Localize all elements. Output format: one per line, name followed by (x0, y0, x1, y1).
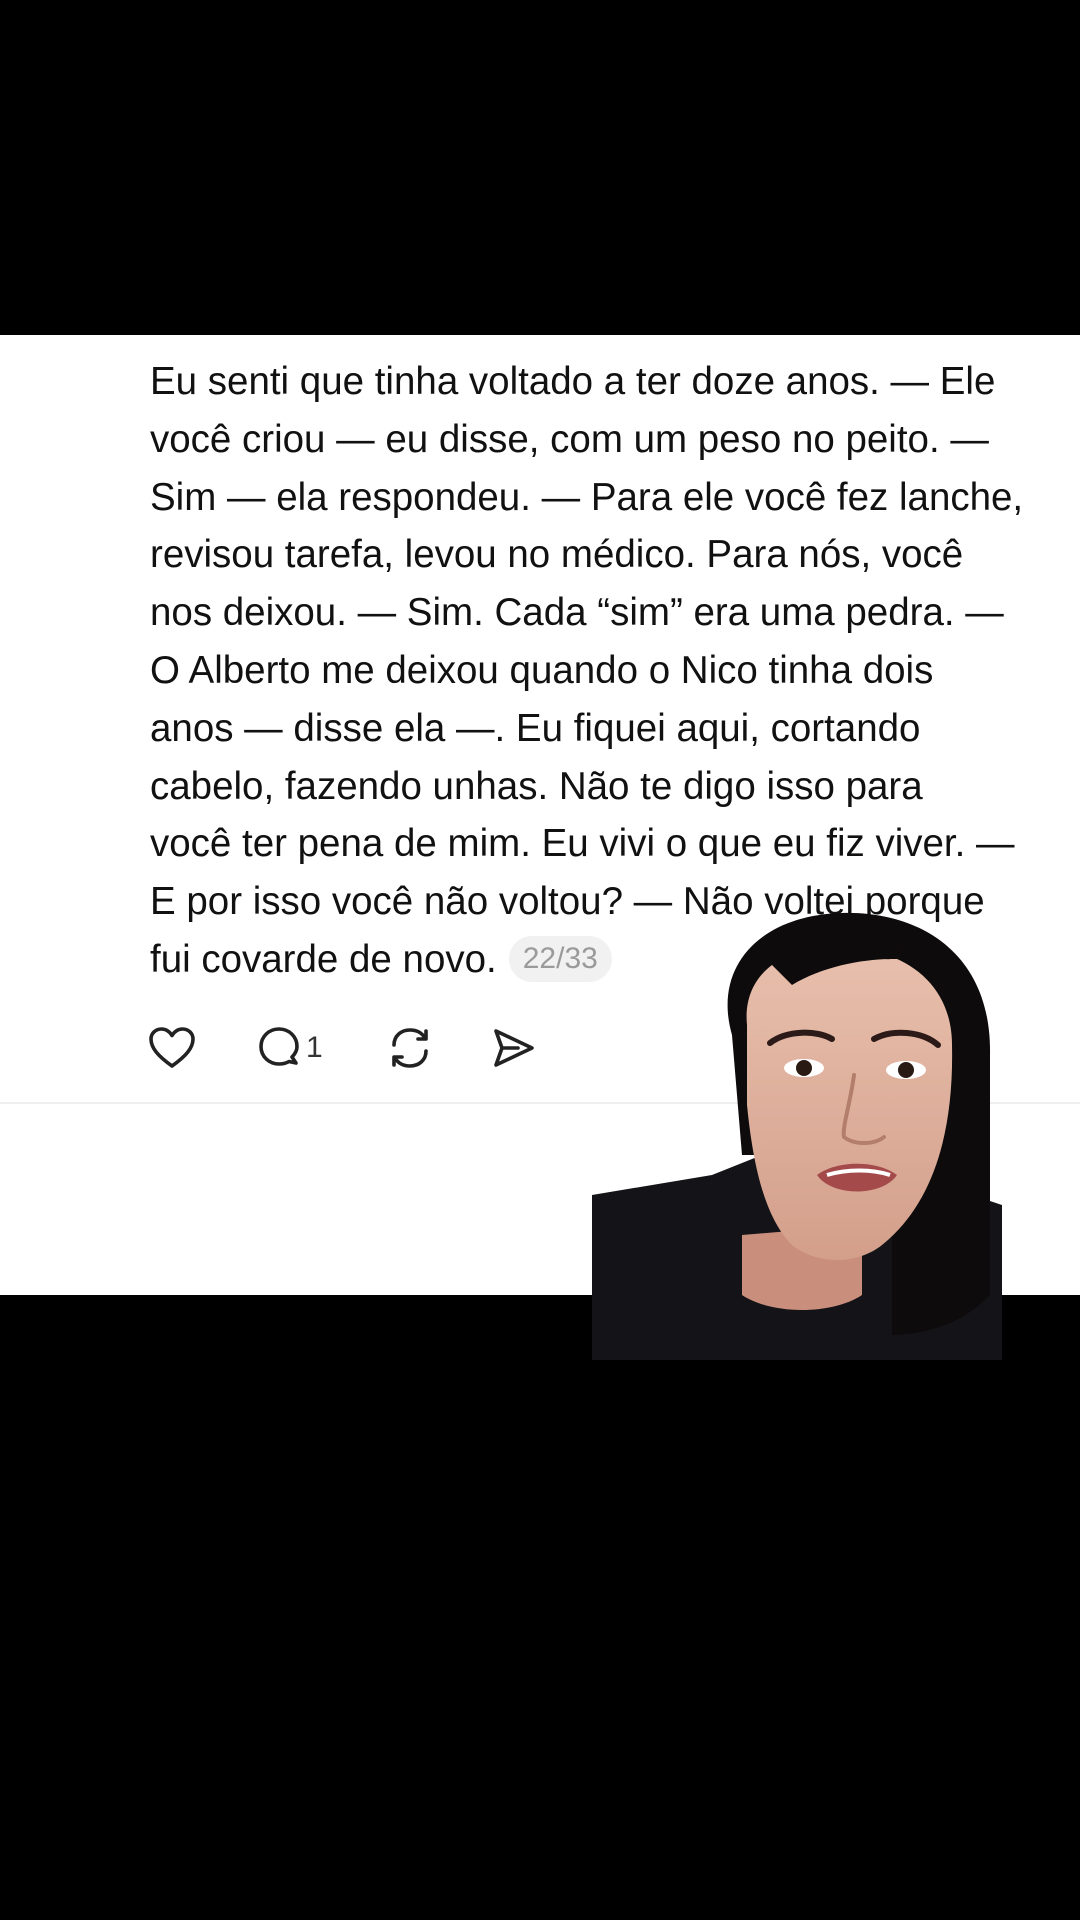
action-bar: 1 (148, 1018, 550, 1078)
top-black-band (0, 0, 1080, 335)
post-line-text: fui covarde de novo. (150, 937, 497, 981)
post-line: anos — disse ela —. Eu fiquei aqui, cort… (150, 706, 921, 750)
post-line: você criou — eu disse, com um peso no pe… (150, 417, 989, 461)
post-line: você ter pena de mim. Eu vivi o que eu f… (150, 822, 1015, 866)
post-line: O Alberto me deixou quando o Nico tinha … (150, 648, 934, 692)
post-line: Eu senti que tinha voltado a ter doze an… (150, 360, 996, 403)
speaker-face-image (592, 912, 1002, 1360)
post-line: nos deixou. — Sim. Cada “sim” era uma pe… (150, 591, 1004, 635)
post-body: Eu senti que tinha voltado a ter doze an… (150, 353, 1050, 989)
heart-icon (149, 1027, 195, 1068)
bottom-black-band (0, 1295, 1080, 1920)
repost-button[interactable] (386, 1018, 490, 1078)
repost-arrows-icon (392, 1028, 428, 1068)
screen: Eu senti que tinha voltado a ter doze an… (0, 0, 1080, 1920)
speech-bubble-icon (259, 1027, 299, 1066)
post-line: Sim — ela respondeu. — Para ele você fez… (150, 475, 1024, 519)
speaker-video-overlay[interactable] (592, 905, 1002, 1360)
reply-button[interactable]: 1 (256, 1018, 386, 1078)
paper-plane-icon (494, 1029, 534, 1067)
post-line: cabelo, fazendo unhas. Não te digo isso … (150, 764, 923, 808)
share-button[interactable] (490, 1018, 550, 1078)
reply-count: 1 (306, 1031, 323, 1064)
post-line: revisou tarefa, levou no médico. Para nó… (150, 533, 964, 577)
like-button[interactable] (148, 1018, 256, 1078)
